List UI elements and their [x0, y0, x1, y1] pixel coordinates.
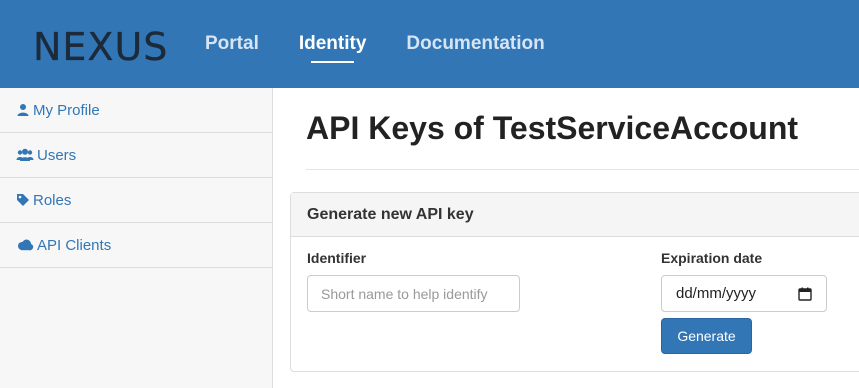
sidebar: My Profile Users Roles API Clients — [0, 88, 273, 388]
sidebar-item-label: Users — [37, 146, 77, 164]
nav-identity[interactable]: Identity — [299, 33, 366, 63]
cloud-icon — [18, 239, 34, 251]
top-navbar: NEXUS Portal Identity Documentation — [0, 0, 859, 88]
page-title: API Keys of TestServiceAccount — [306, 110, 799, 146]
main-nav: Portal Identity Documentation — [205, 0, 585, 88]
identifier-input[interactable] — [307, 275, 520, 312]
sidebar-item-label: Roles — [33, 191, 72, 209]
date-placeholder: dd/mm/yyyy — [676, 285, 757, 302]
sidebar-item-label: My Profile — [33, 101, 100, 119]
sidebar-item-api-clients[interactable]: API Clients — [0, 223, 272, 268]
expiration-date-input[interactable]: dd/mm/yyyy — [661, 275, 827, 312]
sidebar-item-users[interactable]: Users — [0, 133, 272, 178]
panel-heading: Generate new API key — [291, 193, 859, 237]
users-icon — [16, 148, 34, 161]
generate-button[interactable]: Generate — [661, 318, 752, 354]
sidebar-item-label: API Clients — [37, 236, 112, 254]
expiration-label: Expiration date — [661, 250, 763, 266]
sidebar-item-roles[interactable]: Roles — [0, 178, 272, 223]
user-icon — [17, 104, 29, 116]
nav-documentation[interactable]: Documentation — [406, 33, 544, 55]
calendar-icon[interactable] — [798, 287, 812, 301]
sidebar-item-my-profile[interactable]: My Profile — [0, 88, 272, 133]
nexus-logo[interactable]: NEXUS — [33, 25, 168, 69]
title-divider — [306, 169, 859, 170]
identifier-label: Identifier — [307, 250, 367, 266]
tag-icon — [17, 194, 29, 206]
main-content: API Keys of TestServiceAccount Generate … — [290, 88, 859, 388]
nav-portal[interactable]: Portal — [205, 33, 259, 55]
generate-key-panel: Generate new API key Identifier Expirati… — [290, 192, 859, 372]
